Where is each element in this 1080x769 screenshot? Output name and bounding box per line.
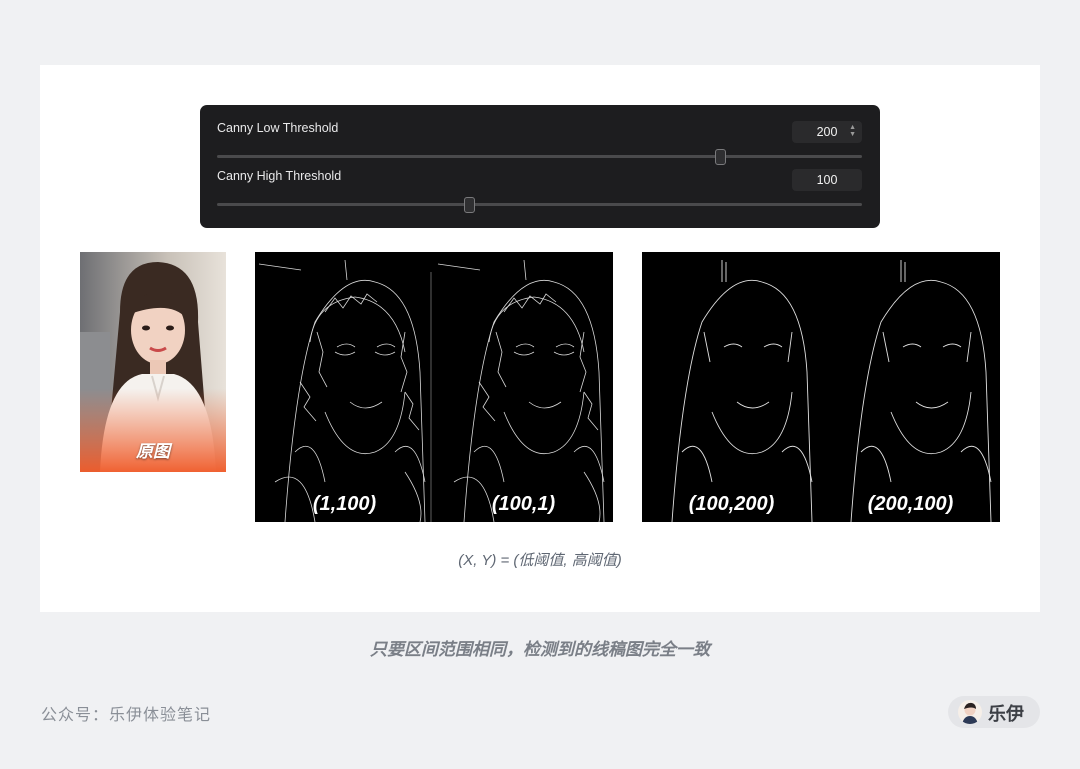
original-photo: 原图 <box>80 252 226 472</box>
edge-panel-high: (100,200) (200,100) <box>642 252 1000 522</box>
high-threshold-slider[interactable] <box>217 197 862 213</box>
edge-label-100-200: (100,200) <box>688 493 775 515</box>
high-threshold-slider-thumb[interactable] <box>463 197 475 213</box>
stepper-arrows-icon[interactable]: ▲ ▼ <box>849 124 856 138</box>
low-threshold-slider[interactable] <box>217 149 862 165</box>
edge-panel-low: (1,100) (100,1) <box>255 252 613 522</box>
canny-settings-panel: Canny Low Threshold 200 ▲ ▼ Canny High Th… <box>200 105 880 228</box>
edge-label-200-100: (200,100) <box>867 493 954 515</box>
author-name: 乐伊 <box>988 704 1024 724</box>
high-threshold-input[interactable]: 100 <box>792 169 862 191</box>
high-threshold-label: Canny High Threshold <box>217 169 342 183</box>
summary-text: 只要区间范围相同，检测到的线稿图完全一致 <box>370 640 710 659</box>
canny-edge-image-dense <box>258 259 605 522</box>
account-credit: 公众号：乐伊体验笔记 <box>41 707 212 724</box>
low-threshold-input[interactable]: 200 ▲ ▼ <box>792 121 862 143</box>
low-threshold-slider-thumb[interactable] <box>715 149 727 165</box>
canny-edge-image-sparse <box>671 259 992 522</box>
edge-label-1-100: (1,100) <box>312 493 377 515</box>
author-badge[interactable]: 乐伊 <box>948 696 1040 728</box>
low-threshold-label: Canny Low Threshold <box>217 121 339 135</box>
content-card: Canny Low Threshold 200 ▲ ▼ Canny High Th… <box>40 65 1040 612</box>
low-threshold-value: 200 <box>816 125 838 139</box>
edge-label-100-1: (100,1) <box>491 493 556 515</box>
avatar <box>958 700 982 724</box>
formula-caption: (X, Y) = (低阈值, 高阈值) <box>458 552 622 569</box>
high-threshold-value: 100 <box>816 173 838 187</box>
photo-label: 原图 <box>136 442 170 461</box>
